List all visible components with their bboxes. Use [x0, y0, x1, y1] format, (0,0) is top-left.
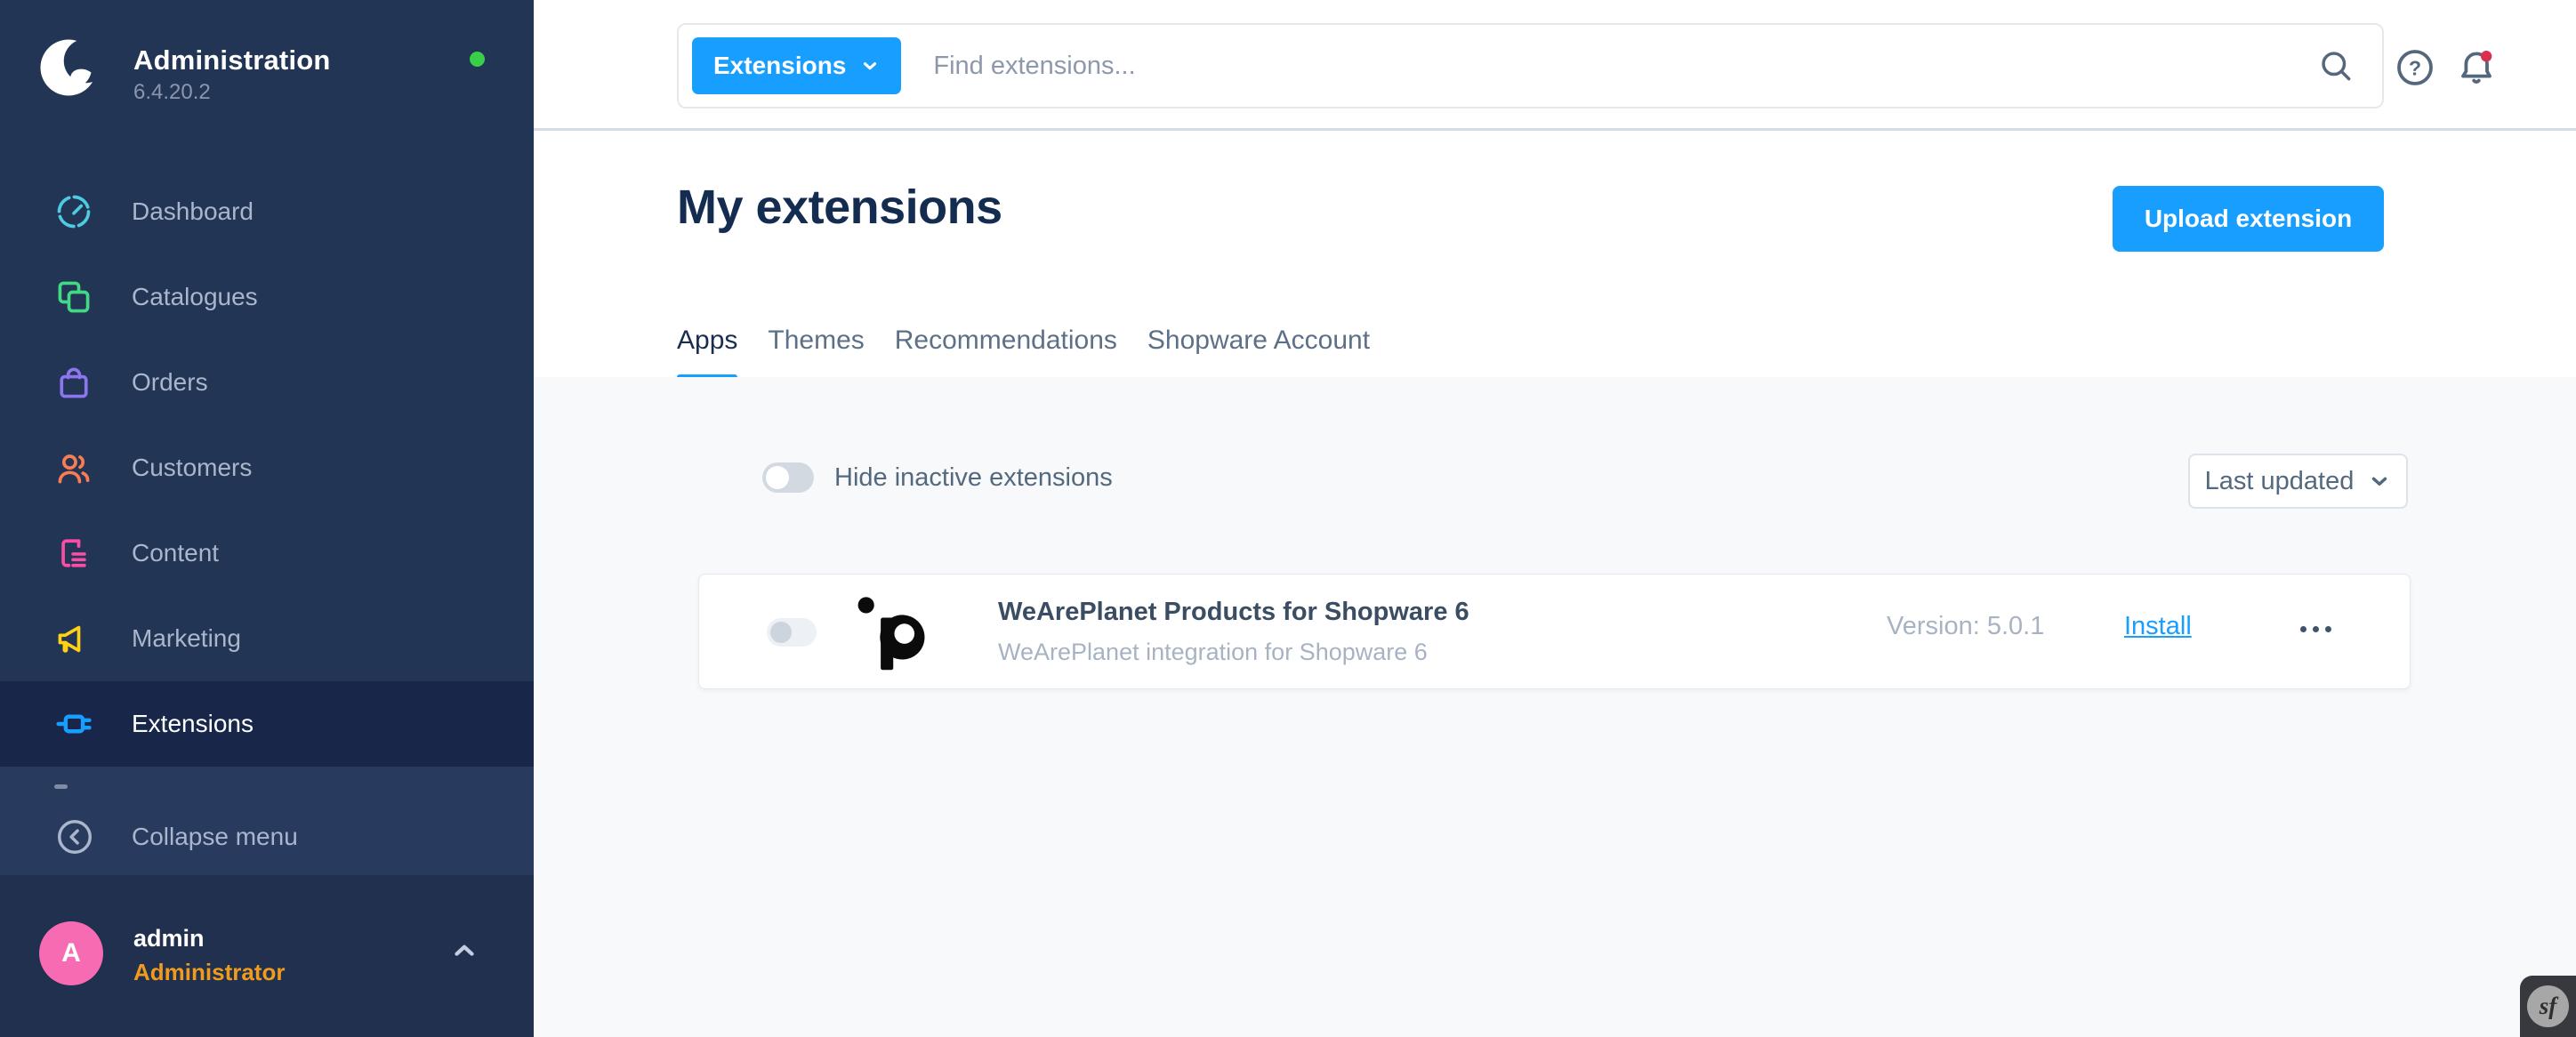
sidebar: Administration 6.4.20.2 Dashboard: [0, 0, 534, 1037]
sidebar-item-label: Marketing: [132, 624, 241, 653]
collapse-menu-label: Collapse menu: [132, 823, 298, 851]
plug-icon: [54, 704, 93, 744]
notifications-button[interactable]: [2455, 46, 2498, 89]
help-button[interactable]: ?: [2394, 46, 2436, 89]
tab-bar: Apps Themes Recommendations Shopware Acc…: [677, 326, 1370, 377]
extension-name: WeArePlanet Products for Shopware 6: [998, 598, 1469, 627]
sort-dropdown[interactable]: Last updated: [2188, 454, 2408, 509]
context-menu-button[interactable]: [2300, 626, 2331, 632]
shopware-admin-app: Administration 6.4.20.2 Dashboard: [0, 0, 2576, 1037]
scroll-indicator: [54, 784, 68, 789]
circle-chevron-left-icon: [54, 816, 95, 857]
chevron-down-icon: [2368, 470, 2391, 493]
user-name: admin: [133, 925, 205, 953]
install-link[interactable]: Install: [2124, 612, 2192, 641]
extension-description: WeArePlanet integration for Shopware 6: [998, 639, 1428, 666]
shopping-bag-icon: [54, 363, 93, 402]
sidebar-item-label: Orders: [132, 368, 208, 397]
users-icon: [54, 448, 93, 487]
sidebar-item-label: Dashboard: [132, 197, 254, 226]
topbar: Extensions ?: [534, 0, 2576, 131]
dot-icon: [2313, 626, 2319, 632]
help-icon: ?: [2394, 46, 2436, 89]
sidebar-item-label: Catalogues: [132, 283, 258, 311]
sidebar-item-extensions[interactable]: Extensions: [0, 681, 534, 767]
collapse-menu-button[interactable]: Collapse menu: [0, 806, 534, 868]
megaphone-icon: [54, 619, 93, 658]
sidebar-item-content[interactable]: Content: [0, 510, 534, 596]
search-input[interactable]: [933, 52, 2316, 81]
search-bar: Extensions: [677, 23, 2384, 109]
notification-badge: [2481, 51, 2491, 61]
sidebar-item-dashboard[interactable]: Dashboard: [0, 169, 534, 254]
sidebar-menu: Dashboard Catalogues Ord: [0, 169, 534, 767]
upload-extension-button[interactable]: Upload extension: [2113, 186, 2384, 252]
filter-row: Hide inactive extensions Last updated: [534, 454, 2576, 509]
search-scope-button[interactable]: Extensions: [692, 37, 901, 94]
dot-icon: [2325, 626, 2331, 632]
hide-inactive-toggle[interactable]: [762, 462, 814, 493]
catalog-icon: [54, 277, 93, 317]
app-version: 6.4.20.2: [133, 80, 211, 105]
tab-recommendations[interactable]: Recommendations: [895, 326, 1117, 377]
chevron-up-icon: [449, 936, 479, 966]
dot-icon: [2300, 626, 2306, 632]
search-icon[interactable]: [2316, 46, 2355, 85]
status-dot: [470, 52, 485, 67]
weareplanet-logo: [852, 591, 936, 674]
sidebar-item-customers[interactable]: Customers: [0, 425, 534, 510]
sidebar-item-marketing[interactable]: Marketing: [0, 596, 534, 681]
search-scope-label: Extensions: [713, 52, 846, 80]
gauge-icon: [54, 192, 93, 231]
hide-inactive-label: Hide inactive extensions: [834, 463, 1113, 493]
page-header: My extensions Upload extension Apps Them…: [534, 133, 2576, 377]
brand-header: Administration 6.4.20.2: [0, 0, 534, 169]
avatar: A: [39, 921, 103, 985]
tab-shopware-account[interactable]: Shopware Account: [1147, 326, 1370, 377]
extension-active-toggle[interactable]: [767, 618, 817, 647]
tab-apps[interactable]: Apps: [677, 326, 737, 377]
symfony-profiler-badge[interactable]: sf: [2520, 976, 2576, 1037]
sidebar-item-label: Customers: [132, 454, 252, 482]
extension-version: Version: 5.0.1: [1887, 612, 2044, 641]
sidebar-item-label: Content: [132, 539, 219, 567]
content-area: Hide inactive extensions Last updated: [534, 377, 2576, 1037]
main-area: Extensions ?: [534, 0, 2576, 1037]
sort-label: Last updated: [2205, 467, 2355, 496]
app-title: Administration: [133, 44, 331, 76]
content-icon: [54, 534, 93, 573]
shopware-logo-icon: [36, 36, 101, 100]
toggle-knob: [770, 622, 792, 643]
sidebar-item-catalogues[interactable]: Catalogues: [0, 254, 534, 340]
chevron-down-icon: [860, 56, 880, 76]
user-menu[interactable]: A admin Administrator: [0, 875, 534, 1037]
symfony-icon: sf: [2527, 985, 2569, 1027]
notification-bell-icon: [2455, 46, 2498, 89]
sidebar-item-orders[interactable]: Orders: [0, 340, 534, 425]
sidebar-item-label: Extensions: [132, 710, 254, 738]
toggle-knob: [766, 466, 789, 489]
svg-text:?: ?: [2409, 56, 2421, 79]
sidebar-footer: Collapse menu: [0, 767, 534, 875]
page-title: My extensions: [677, 180, 1002, 235]
tab-themes[interactable]: Themes: [768, 326, 864, 377]
extension-card: WeArePlanet Products for Shopware 6 WeAr…: [698, 574, 2411, 689]
user-role: Administrator: [133, 959, 285, 986]
